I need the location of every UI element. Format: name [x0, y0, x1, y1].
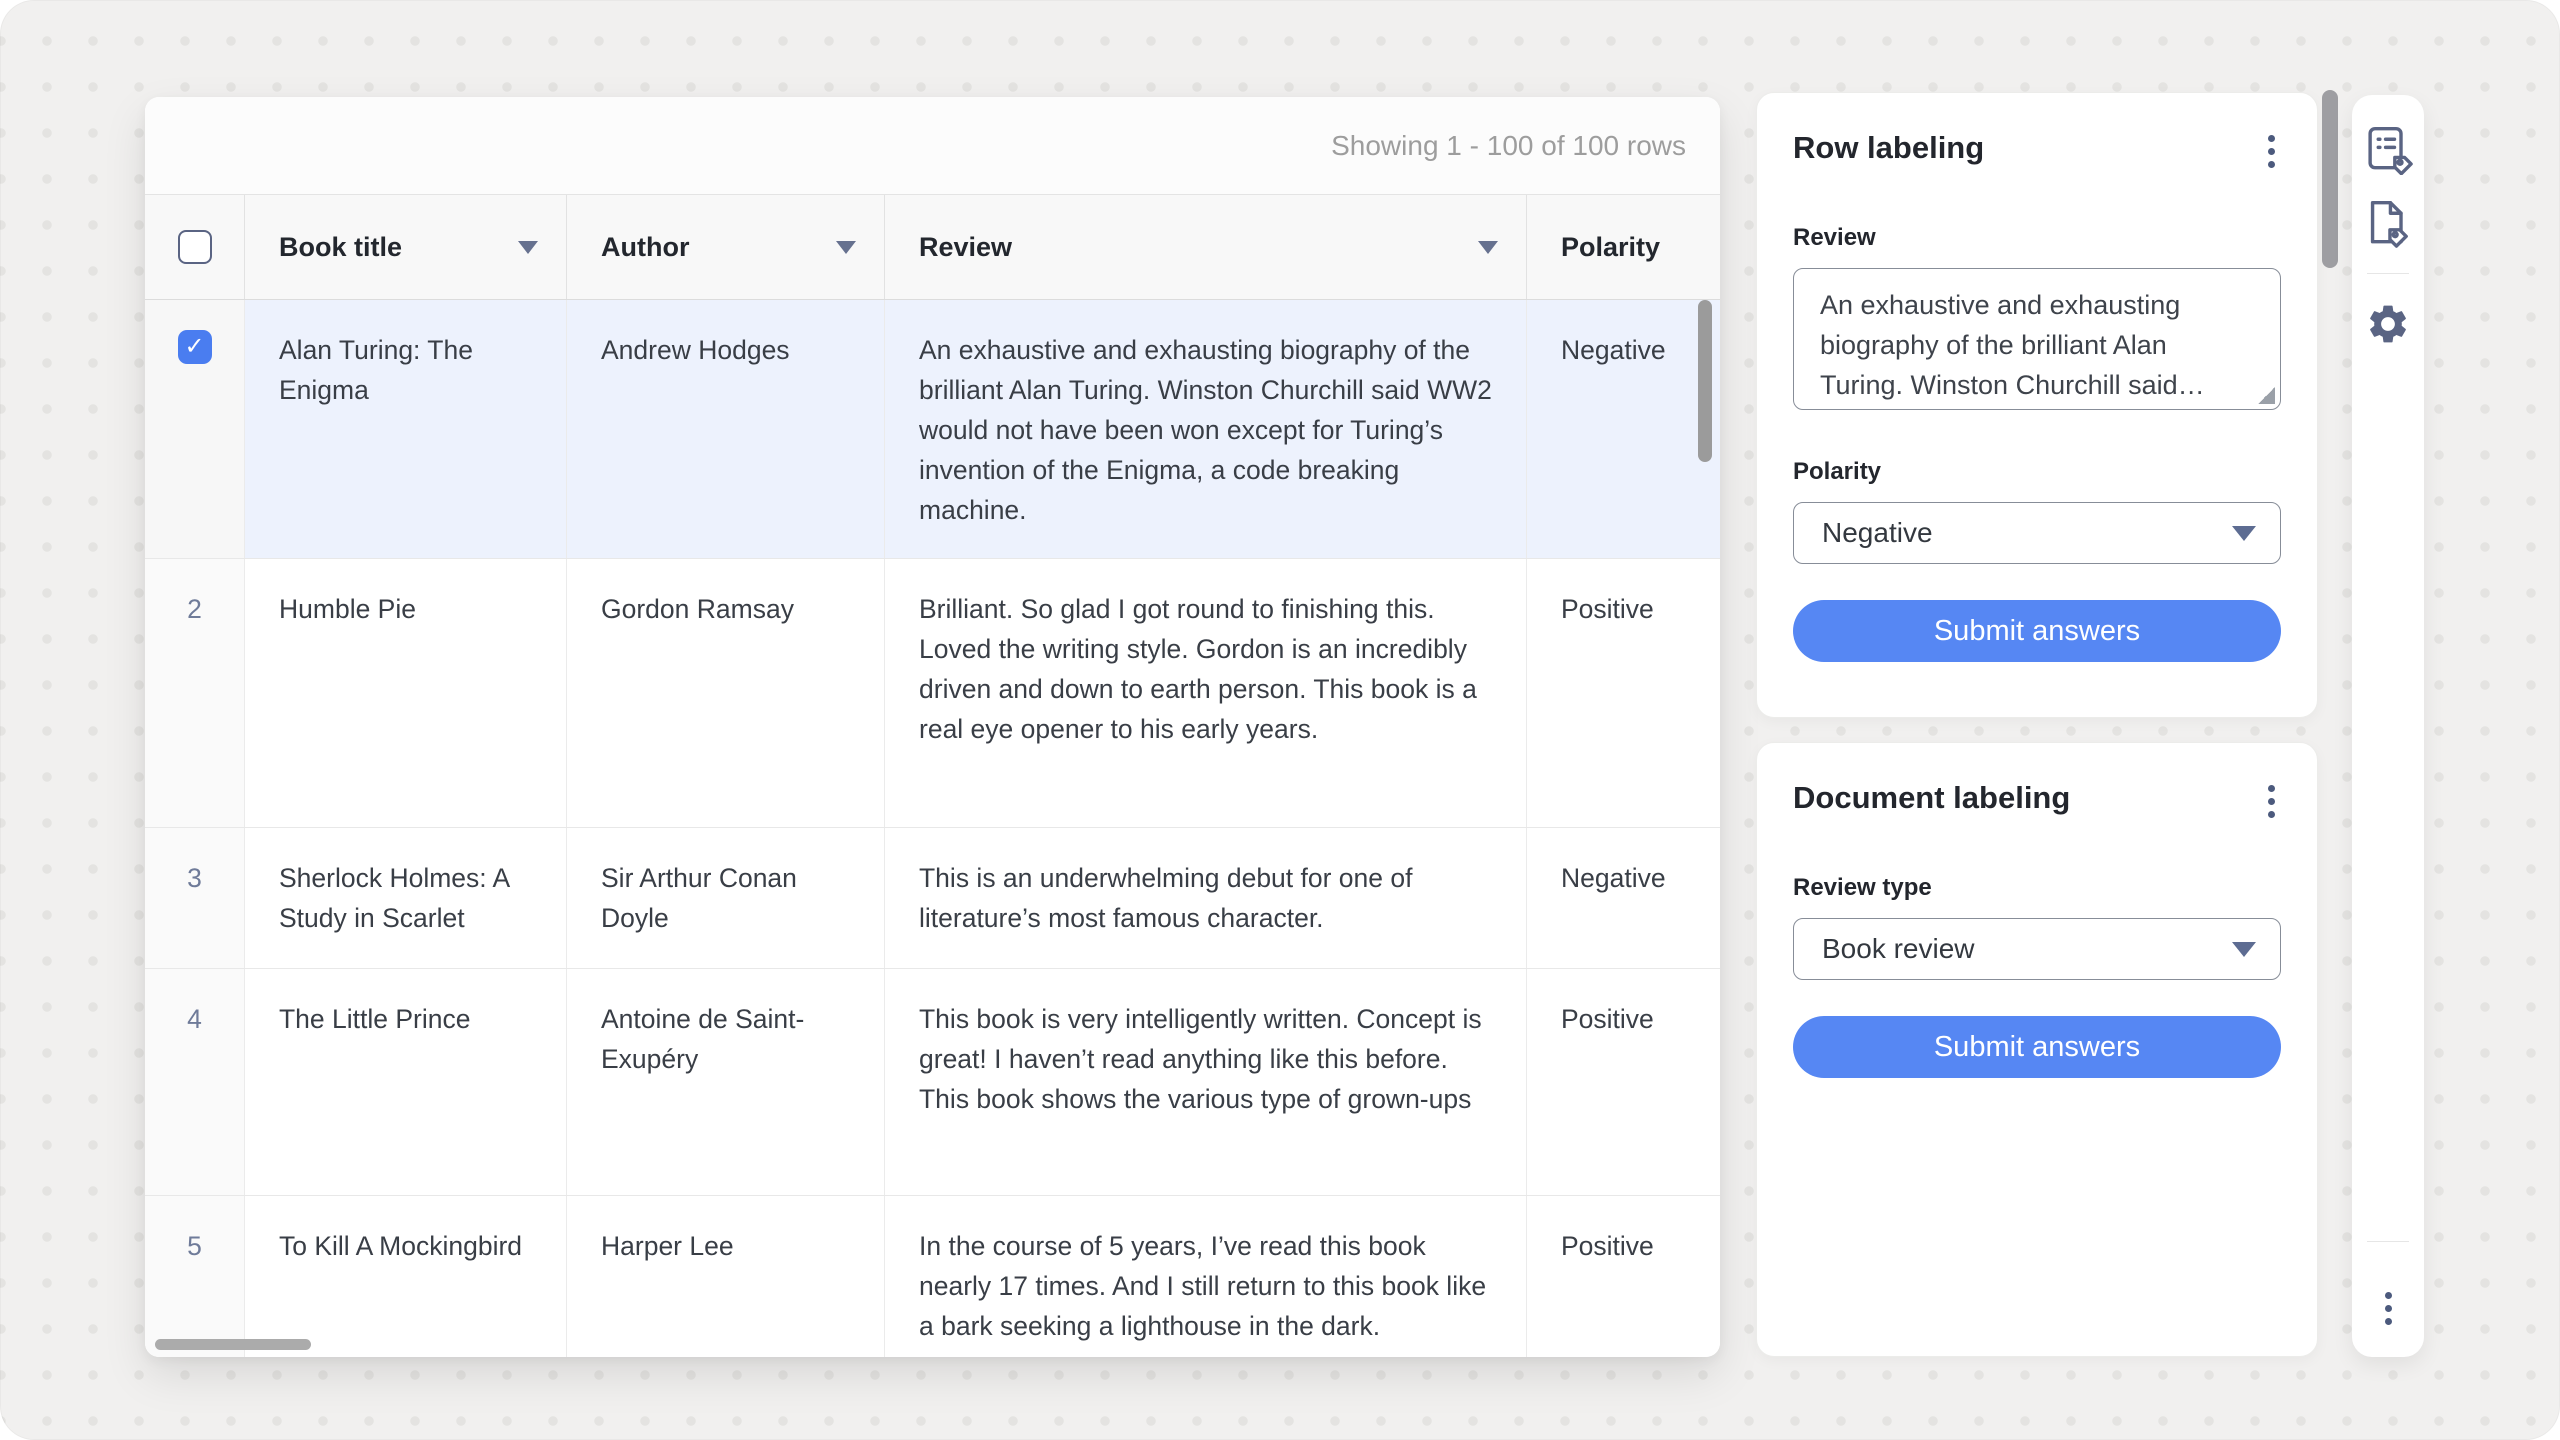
- row-labeling-submit-button[interactable]: Submit answers: [1793, 600, 2281, 662]
- document-labeling-card: Document labeling Review type Book revie…: [1756, 742, 2318, 1357]
- column-header-book-title[interactable]: Book title: [245, 195, 567, 299]
- rows-count-status: Showing 1 - 100 of 100 rows: [1331, 130, 1686, 162]
- cell-author: Antoine de Saint-Exupéry: [567, 969, 885, 1195]
- data-table-card: Showing 1 - 100 of 100 rows Book title A…: [145, 97, 1720, 1357]
- row-number: 2: [145, 559, 245, 827]
- table-vertical-scrollbar[interactable]: [1698, 300, 1712, 462]
- app-background: Showing 1 - 100 of 100 rows Book title A…: [0, 0, 2560, 1440]
- polarity-field-label: Polarity: [1793, 458, 2281, 486]
- column-label: Author: [601, 232, 689, 263]
- kebab-menu-icon[interactable]: [2262, 127, 2281, 176]
- toolbar-divider: [2367, 1241, 2409, 1242]
- select-all-checkbox[interactable]: [178, 230, 212, 264]
- resize-handle-icon[interactable]: [2258, 387, 2275, 404]
- table-horizontal-scrollbar[interactable]: [155, 1339, 311, 1350]
- row-number: 4: [145, 969, 245, 1195]
- table-row[interactable]: ✓ Alan Turing: The Enigma Andrew Hodges …: [145, 300, 1720, 559]
- settings-gear-icon[interactable]: [2360, 296, 2416, 352]
- review-type-field-label: Review type: [1793, 874, 2281, 902]
- sort-arrow-icon[interactable]: [836, 241, 856, 254]
- chevron-down-icon: [2232, 942, 2256, 957]
- column-label: Review: [919, 232, 1012, 263]
- table-row[interactable]: 2 Humble Pie Gordon Ramsay Brilliant. So…: [145, 559, 1720, 828]
- document-labeling-submit-button[interactable]: Submit answers: [1793, 1016, 2281, 1078]
- cell-author: Sir Arthur Conan Doyle: [567, 828, 885, 968]
- row-labeling-title: Row labeling: [1793, 127, 1984, 169]
- document-labeling-title: Document labeling: [1793, 777, 2070, 819]
- column-header-polarity[interactable]: Polarity: [1527, 195, 1720, 299]
- cell-author: Gordon Ramsay: [567, 559, 885, 827]
- table-row[interactable]: 5 To Kill A Mockingbird Harper Lee In th…: [145, 1196, 1720, 1357]
- cell-book-title: Sherlock Holmes: A Study in Scarlet: [245, 828, 567, 968]
- column-header-review[interactable]: Review: [885, 195, 1527, 299]
- cell-polarity: Negative: [1527, 300, 1720, 558]
- cell-review: Brilliant. So glad I got round to finish…: [885, 559, 1527, 827]
- cell-author: Andrew Hodges: [567, 300, 885, 558]
- row-select-cell: ✓: [145, 300, 245, 558]
- sort-arrow-icon[interactable]: [1478, 241, 1498, 254]
- cell-review: This book is very intelligently written.…: [885, 969, 1527, 1195]
- right-toolbar: [2352, 95, 2424, 1357]
- polarity-select-value: Negative: [1822, 517, 1933, 549]
- cell-polarity: Negative: [1527, 828, 1720, 968]
- polarity-select[interactable]: Negative: [1793, 502, 2281, 564]
- cell-author: Harper Lee: [567, 1196, 885, 1357]
- header-checkbox-cell: [145, 195, 245, 299]
- table-header-row: Book title Author Review Polarity: [145, 195, 1720, 300]
- review-textarea-value: An exhaustive and exhausting biography o…: [1820, 290, 2205, 400]
- panel-vertical-scrollbar[interactable]: [2322, 90, 2338, 268]
- row-labeling-card: Row labeling Review An exhaustive and ex…: [1756, 92, 2318, 718]
- cell-review: In the course of 5 years, I’ve read this…: [885, 1196, 1527, 1357]
- more-options-icon[interactable]: [2379, 1284, 2398, 1333]
- cell-polarity: Positive: [1527, 969, 1720, 1195]
- review-type-select[interactable]: Book review: [1793, 918, 2281, 980]
- kebab-menu-icon[interactable]: [2262, 777, 2281, 826]
- document-labeling-icon[interactable]: [2360, 195, 2416, 251]
- review-textarea[interactable]: An exhaustive and exhausting biography o…: [1793, 268, 2281, 410]
- table-row[interactable]: 4 The Little Prince Antoine de Saint-Exu…: [145, 969, 1720, 1196]
- row-checkbox-checked[interactable]: ✓: [178, 330, 212, 364]
- cell-review: An exhaustive and exhausting biography o…: [885, 300, 1527, 558]
- cell-book-title: To Kill A Mockingbird: [245, 1196, 567, 1357]
- cell-polarity: Positive: [1527, 559, 1720, 827]
- table-row[interactable]: 3 Sherlock Holmes: A Study in Scarlet Si…: [145, 828, 1720, 969]
- column-header-author[interactable]: Author: [567, 195, 885, 299]
- row-number: 3: [145, 828, 245, 968]
- column-label: Book title: [279, 232, 402, 263]
- chevron-down-icon: [2232, 526, 2256, 541]
- cell-book-title: The Little Prince: [245, 969, 567, 1195]
- cell-book-title: Alan Turing: The Enigma: [245, 300, 567, 558]
- cell-polarity: Positive: [1527, 1196, 1720, 1357]
- table-topbar: Showing 1 - 100 of 100 rows: [145, 97, 1720, 195]
- cell-book-title: Humble Pie: [245, 559, 567, 827]
- review-type-select-value: Book review: [1822, 933, 1975, 965]
- cell-review: This is an underwhelming debut for one o…: [885, 828, 1527, 968]
- toolbar-divider: [2367, 273, 2409, 274]
- sort-arrow-icon[interactable]: [518, 241, 538, 254]
- review-field-label: Review: [1793, 224, 2281, 252]
- row-number: 5: [145, 1196, 245, 1357]
- row-labeling-icon[interactable]: [2360, 121, 2416, 177]
- column-label: Polarity: [1561, 232, 1660, 263]
